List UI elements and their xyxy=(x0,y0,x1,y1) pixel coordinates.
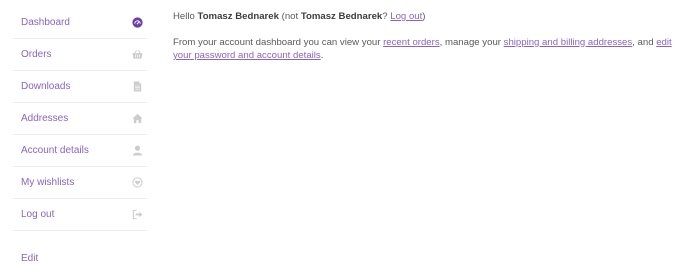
my-account-page: Dashboard Orders Downloads Addresses Acc… xyxy=(0,0,684,279)
dashboard-gauge-icon xyxy=(130,16,144,30)
sidebar-item-dashboard[interactable]: Dashboard xyxy=(13,7,147,39)
greeting-paragraph: Hello Tomasz Bednarek (not Tomasz Bednar… xyxy=(173,10,673,24)
sidebar-item-label: Addresses xyxy=(21,113,69,124)
sidebar-item-label: Downloads xyxy=(21,81,71,92)
file-icon xyxy=(130,80,144,94)
sign-out-icon xyxy=(130,208,144,222)
sidebar-item-account-details[interactable]: Account details xyxy=(13,135,147,167)
intro-text-1: From your account dashboard you can view… xyxy=(173,36,381,48)
account-navigation: Dashboard Orders Downloads Addresses Acc… xyxy=(13,7,147,231)
user-name: Tomasz Bednarek xyxy=(197,11,279,22)
sidebar-item-downloads[interactable]: Downloads xyxy=(13,71,147,103)
sidebar-item-label: Orders xyxy=(21,49,52,60)
account-dashboard-content: Hello Tomasz Bednarek (not Tomasz Bednar… xyxy=(173,10,673,75)
basket-icon xyxy=(130,48,144,62)
sidebar-item-addresses[interactable]: Addresses xyxy=(13,103,147,135)
greeting-hello: Hello xyxy=(173,11,195,22)
edit-link[interactable]: Edit xyxy=(21,253,38,264)
recent-orders-link[interactable]: recent orders xyxy=(383,37,440,48)
sidebar-item-label: Log out xyxy=(21,209,55,220)
addresses-link[interactable]: shipping and billing addresses xyxy=(504,37,633,48)
dashboard-intro-paragraph: From your account dashboard you can view… xyxy=(173,36,673,63)
intro-text-3: , and xyxy=(632,36,654,48)
sidebar-item-my-wishlists[interactable]: My wishlists xyxy=(13,167,147,199)
heart-circle-icon xyxy=(130,176,144,190)
user-name-repeat: Tomasz Bednarek xyxy=(300,11,383,22)
sidebar-item-orders[interactable]: Orders xyxy=(13,39,147,71)
intro-text-2: , manage your xyxy=(439,36,501,48)
greeting-close: ) xyxy=(422,11,426,22)
sidebar-item-label: Account details xyxy=(21,145,89,156)
sidebar-item-label: Dashboard xyxy=(21,17,70,28)
user-icon xyxy=(130,144,144,158)
sidebar-item-label: My wishlists xyxy=(21,177,75,188)
logout-link[interactable]: Log out xyxy=(390,11,422,22)
greeting-not: (not xyxy=(281,11,299,22)
greeting-question: ? xyxy=(382,11,388,22)
sidebar-item-log-out[interactable]: Log out xyxy=(13,199,147,231)
intro-text-4: . xyxy=(320,50,324,61)
home-icon xyxy=(130,112,144,126)
